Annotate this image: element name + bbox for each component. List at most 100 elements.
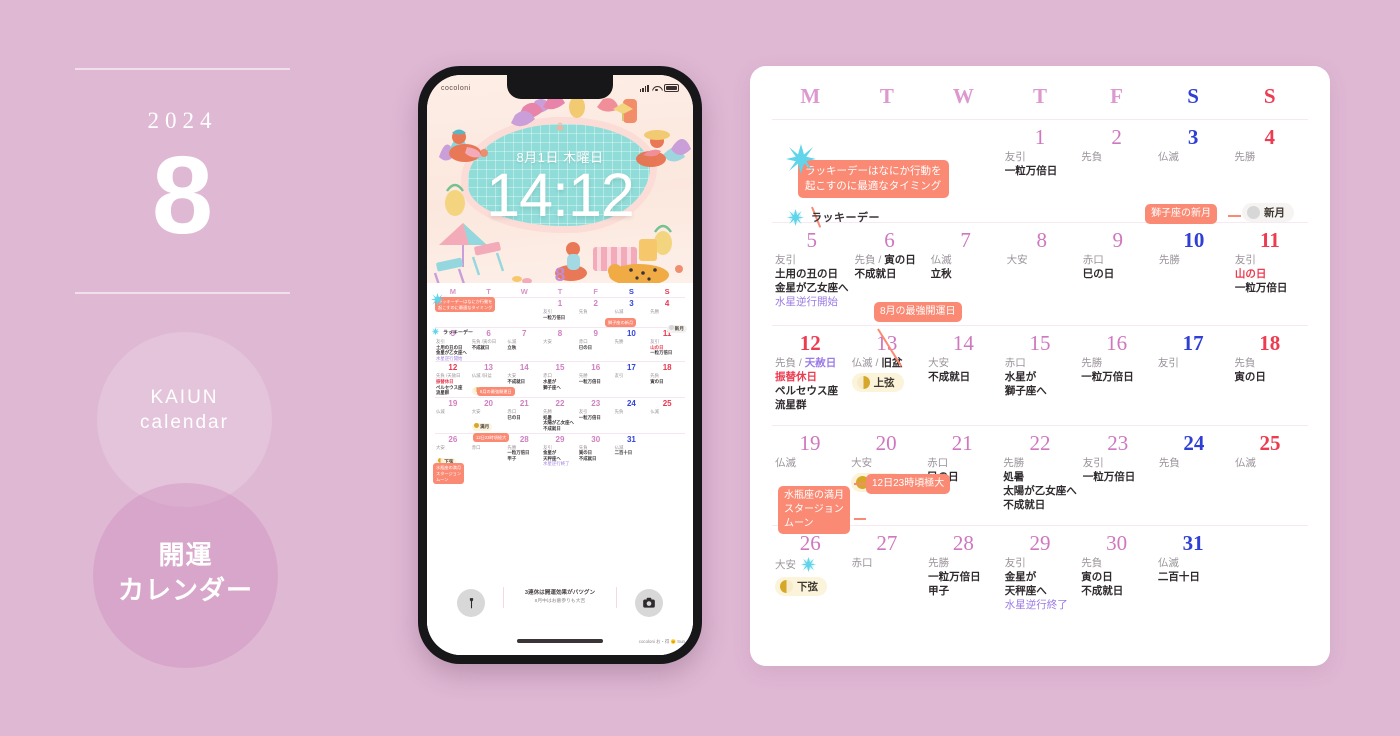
lock-icon — [557, 122, 563, 131]
flashlight-icon[interactable] — [457, 589, 485, 617]
mini-perseids-peak-pill: 12日23時頃極大 — [473, 433, 510, 442]
camera-icon[interactable] — [635, 589, 663, 617]
mini-weekday: W — [520, 287, 528, 296]
home-indicator[interactable] — [517, 639, 603, 643]
mini-weekday: T — [486, 287, 491, 296]
mini-day-cell[interactable]: 10 先勝 — [614, 329, 650, 361]
mini-day-cell[interactable]: 6 先負 /寅の日 不成就日 — [471, 329, 507, 361]
calendar-day-cell[interactable]: 27 赤口 — [849, 530, 926, 625]
day-detail-line: 処暑 — [1003, 471, 1025, 483]
mini-day-cell[interactable]: 21 赤口 巳の日 — [506, 399, 542, 433]
day-detail-line: 太陽が乙女座へ — [1003, 485, 1077, 497]
day-detail-line: 甲子 — [928, 585, 950, 597]
mini-day-cell[interactable]: 16 先勝 一粒万倍日 — [578, 363, 614, 397]
day-detail-line: 仏滅 /旧盆 — [471, 373, 492, 379]
mini-day-cell[interactable]: 19 仏滅 — [435, 399, 471, 433]
mini-day-cell[interactable]: 15 赤口 水星が 獅子座へ — [542, 363, 578, 397]
first-quarter-moon-icon — [856, 376, 870, 389]
mini-day-cell[interactable]: 29 友引 金星が 天秤座へ 水星逆行終了 — [542, 435, 578, 469]
mini-day-cell[interactable]: 22 先勝 処暑 太陽が乙女座へ 不成就日 — [542, 399, 578, 433]
strongest-lucky-day-pill: 8月の最強開運日 — [874, 302, 962, 322]
day-detail-line: 不成就日 — [928, 371, 971, 383]
day-detail-line: 大安 — [543, 339, 552, 344]
day-number: 19 — [799, 431, 821, 455]
mini-day-cell[interactable]: 12 先負 /天赦日 振替休日 ペルセウス座 流星群 — [435, 363, 471, 397]
day-detail-line: 先負 — [1158, 457, 1180, 469]
calendar-day-cell[interactable]: 10 先勝 — [1156, 227, 1232, 325]
day-number: 24 — [1183, 431, 1205, 455]
calendar-day-cell[interactable]: 2 先負 — [1078, 124, 1155, 222]
phone-status-bar: cocoloni — [427, 80, 693, 96]
day-detail-line: 土用の丑の日 — [775, 268, 838, 280]
calendar-day-cell[interactable]: 1 友引 一粒万倍日 — [1002, 124, 1079, 222]
mini-day-number: 26 — [448, 434, 458, 444]
weekday-wednesday: W — [952, 84, 974, 108]
day-detail-line: 金星が — [1004, 571, 1037, 583]
mini-day-cell[interactable]: 8 大安 — [542, 329, 578, 361]
day-detail-line: 仏滅 — [1157, 151, 1179, 163]
calendar-day-cell[interactable]: 24 先負 — [1156, 430, 1232, 525]
day-detail-line: 金星が乙女座へ — [775, 282, 849, 294]
day-detail-line: 甲子 — [507, 455, 517, 461]
day-detail-line: 流星群 — [436, 390, 450, 396]
calendar-day-cell[interactable]: 12 先負 / 天赦日 振替休日 ペルセウス座 流星群 — [772, 330, 849, 425]
calendar-day-cell[interactable]: 25 仏滅 — [1232, 430, 1308, 525]
calendar-day-cell[interactable]: 8 大安 — [1004, 227, 1080, 325]
lucky-day-star-icon — [786, 208, 805, 227]
calendar-day-cell[interactable]: 11 友引 山の日 一粒万倍日 — [1232, 227, 1308, 325]
mini-week-row: 19 仏滅 20 大安 満月 21 赤口 巳の日 22 先勝 処暑 太陽が乙女座へ 不成就日 23 友引一… — [435, 396, 685, 433]
day-detail-line: 先負 — [1081, 151, 1103, 163]
calendar-day-cell[interactable]: 14 大安 不成就日 — [925, 330, 1002, 425]
moon-phase-chip: 満月 — [471, 422, 493, 431]
mini-day-cell[interactable]: 31 仏滅 二百十日 — [614, 435, 650, 469]
calendar-day-cell[interactable]: 5 友引 土用の丑の日 金星が乙女座へ 水星逆行開始 — [772, 227, 852, 325]
calendar-week-row: 26 大安 下弦 27 赤口 28 先勝 一粒万倍日 甲子 29 友引 金星が 天秤座へ 水星逆行終了 30… — [772, 525, 1308, 625]
day-number: 11 — [1260, 228, 1280, 252]
brand-calendar-text: calendar — [140, 412, 229, 433]
calendar-day-cell[interactable]: 29 友引 金星が 天秤座へ 水星逆行終了 — [1002, 530, 1079, 625]
poster-stage: 2024 8 KAIUN calendar 開運 カレンダー cocoloni — [0, 0, 1400, 736]
calendar-day-cell[interactable]: 30 先負 寅の日 不成就日 — [1078, 530, 1155, 625]
day-detail-line: 大安 — [436, 444, 445, 450]
calendar-day-cell[interactable]: 15 赤口 水星が 獅子座へ — [1002, 330, 1079, 425]
lock-screen-time: 14:12 — [486, 161, 635, 229]
day-detail-line: 巳の日 — [1082, 268, 1115, 280]
calendar-day-cell[interactable]: 16 先勝 一粒万倍日 — [1078, 330, 1155, 425]
mini-day-cell[interactable]: 20 大安 満月 — [471, 399, 507, 433]
footer-note-main: 3連休は開運効果がバツグン — [524, 590, 596, 596]
status-indicators — [639, 84, 679, 92]
day-number: 25 — [1259, 431, 1281, 455]
mini-day-cell[interactable]: 7 仏滅 立秋 — [506, 329, 542, 361]
mini-day-cell[interactable]: 30 先負 寅の日 不成就日 — [578, 435, 614, 469]
mini-day-cell[interactable]: 17 友引 — [614, 363, 650, 397]
day-detail-line: 流星群 — [775, 399, 807, 411]
weekday-header: M T W T F S S — [772, 84, 1308, 119]
mini-day-cell[interactable]: 23 友引 一粒万倍日 — [578, 399, 614, 433]
mini-day-number: 6 — [486, 329, 491, 338]
mini-day-cell[interactable]: 28 先勝 一粒万倍日 甲子 — [506, 435, 542, 469]
mini-day-cell[interactable]: 18 先負 寅の日 — [649, 363, 685, 397]
mini-day-number: 25 — [662, 398, 672, 408]
day-detail-line: 仏滅 — [930, 254, 952, 266]
mini-day-cell[interactable]: 1 友引 一粒万倍日 — [542, 299, 578, 327]
mini-day-cell[interactable]: 9 赤口 巳の日 — [578, 329, 614, 361]
calendar-day-cell[interactable]: 31 仏滅 二百十日 — [1155, 530, 1232, 625]
moon-phase-chip: 下弦 — [775, 577, 827, 596]
phone-footer: 3連休は開運効果がバツグン 8月中はお墓参りも大吉 cocoloni お・得 🌞… — [427, 579, 693, 655]
calendar-day-cell[interactable]: 9 赤口 巳の日 — [1080, 227, 1156, 325]
calendar-day-cell[interactable]: 17 友引 — [1155, 330, 1232, 425]
mini-day-cell[interactable]: 24 先負 — [614, 399, 650, 433]
mini-day-cell[interactable]: 25 仏滅 — [649, 399, 685, 433]
calendar-day-cell[interactable]: 22 先勝 処暑 太陽が乙女座へ 不成就日 — [1000, 430, 1080, 525]
day-number: 21 — [951, 431, 973, 455]
calendar-day-cell[interactable]: 23 友引 一粒万倍日 — [1080, 430, 1156, 525]
calendar-day-cell[interactable]: 26 大安 下弦 — [772, 530, 849, 625]
day-detail-line: 先勝 — [1081, 357, 1103, 369]
moon-phase-label: 新月 — [1264, 207, 1285, 219]
calendar-day-cell[interactable]: 28 先勝 一粒万倍日 甲子 — [925, 530, 1002, 625]
mini-day-number: 17 — [626, 363, 636, 373]
calendar-day-cell[interactable]: 18 先負 寅の日 — [1231, 330, 1308, 425]
phone-credit: cocoloni お・得 🌞 Sun — [638, 639, 685, 644]
day-detail-line: 赤口 — [927, 457, 949, 469]
wifi-icon — [652, 85, 661, 92]
